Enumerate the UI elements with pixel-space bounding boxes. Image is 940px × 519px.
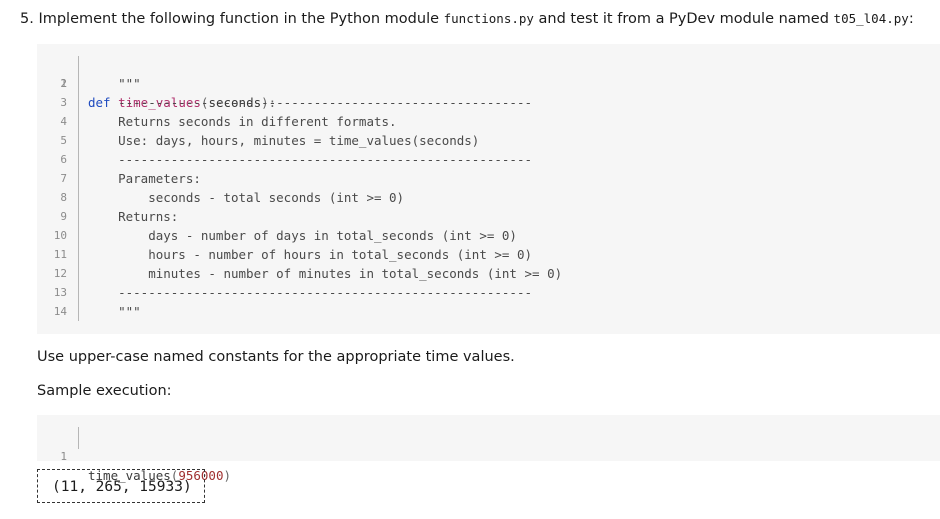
code-text: ----------------------------------------… [88,95,533,110]
line-number: 14 [53,305,67,318]
line-number: 1 [60,450,67,463]
code-line: 4 Returns seconds in different formats. [37,112,940,131]
code-line: 11 hours - number of hours in total_seco… [37,245,940,264]
code-text: """ [88,304,141,319]
line-number: 5 [60,134,67,147]
code-line: 1 def time_values(seconds): [37,55,940,110]
instruction-text: Use upper-case named constants for the a… [37,349,515,365]
code-text: ----------------------------------------… [88,285,533,300]
line-number: 6 [60,153,67,166]
code-text: ----------------------------------------… [88,152,533,167]
sample-label: Sample execution: [37,383,172,399]
code-text: """ [88,76,141,91]
code-line: 5 Use: days, hours, minutes = time_value… [37,131,940,150]
line-number: 7 [60,172,67,185]
code-line: 2 """ [37,74,940,93]
module-filename: functions.py [443,11,534,26]
code-line: 14 """ [37,302,940,321]
sample-code-listing: 1 time_values(956000) [37,415,940,483]
code-line: 7 Parameters: [37,169,940,188]
code-text: Parameters: [88,171,201,186]
code-text: seconds - total seconds (int >= 0) [88,190,405,205]
line-number: 10 [53,229,67,242]
code-text: hours - number of hours in total_seconds… [88,247,533,262]
line-number: 13 [53,286,67,299]
code-text: days - number of days in total_seconds (… [88,228,517,243]
line-number: 9 [60,210,67,223]
code-text: Returns seconds in different formats. [88,114,397,129]
line-number: 3 [60,96,67,109]
sample-output: (11, 265, 15933) [37,469,205,503]
question-suffix: : [908,11,914,27]
line-number: 11 [53,248,67,261]
test-filename: t05_l04.py [833,11,909,26]
question-prefix: 5. Implement the following function in t… [20,11,444,27]
code-line: 12 minutes - number of minutes in total_… [37,264,940,283]
line-number: 8 [60,191,67,204]
code-line: 10 days - number of days in total_second… [37,226,940,245]
code-text: Use: days, hours, minutes = time_values(… [88,133,480,148]
question-middle: and test it from a PyDev module named [533,11,834,27]
code-line: 6 --------------------------------------… [37,150,940,169]
question-text: 5. Implement the following function in t… [20,9,914,29]
code-line: 9 Returns: [37,207,940,226]
code-line: 3 --------------------------------------… [37,93,940,112]
function-code-listing: 1 def time_values(seconds): 2 """ 3 ----… [37,44,940,334]
line-number: 4 [60,115,67,128]
code-line: 8 seconds - total seconds (int >= 0) [37,188,940,207]
code-text: Returns: [88,209,179,224]
code-line: 1 time_values(956000) [37,428,940,483]
code-text: minutes - number of minutes in total_sec… [88,266,563,281]
code-line: 13 -------------------------------------… [37,283,940,302]
line-number: 12 [53,267,67,280]
line-number: 2 [60,77,67,90]
